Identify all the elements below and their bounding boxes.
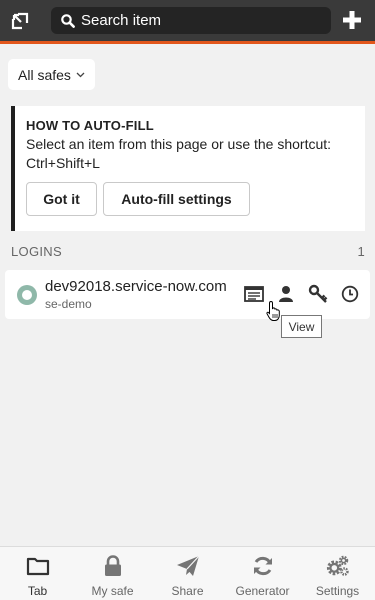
clock-icon: [341, 285, 359, 303]
chevron-down-icon: [76, 72, 85, 77]
bottom-nav: Tab My safe Share Generator Settings: [0, 546, 375, 600]
search-input[interactable]: Search item: [51, 7, 331, 34]
gears-icon: [326, 555, 349, 576]
share-label: Share: [171, 584, 204, 598]
search-placeholder: Search item: [81, 12, 162, 29]
key-icon: [308, 284, 328, 303]
popout-icon: [11, 12, 29, 29]
plus-icon: [343, 11, 361, 29]
top-bar: Search item: [0, 0, 375, 44]
search-icon: [61, 13, 75, 28]
site-avatar-icon: [17, 284, 37, 305]
view-button[interactable]: [244, 284, 264, 304]
tab-generator[interactable]: Generator: [225, 547, 300, 600]
safes-dropdown[interactable]: All safes: [8, 59, 95, 90]
card-body: Select an item from this page or use the…: [26, 136, 332, 171]
refresh-icon: [253, 556, 272, 576]
generator-label: Generator: [235, 584, 290, 598]
popout-button[interactable]: [0, 0, 40, 41]
tab-settings[interactable]: Settings: [300, 547, 375, 600]
logins-count: 1: [357, 244, 365, 259]
logins-section-label: LOGINS: [11, 244, 62, 259]
my-safe-label: My safe: [91, 584, 134, 598]
tab-tab[interactable]: Tab: [0, 547, 75, 600]
lock-icon: [104, 555, 121, 576]
hand-cursor-icon: [266, 300, 280, 321]
safes-dropdown-label: All safes: [18, 66, 71, 83]
card-title: HOW TO AUTO-FILL: [26, 118, 154, 133]
login-subtitle: se-demo: [45, 297, 92, 311]
history-button[interactable]: [340, 284, 360, 304]
folder-icon: [26, 557, 49, 576]
logins-section-header: LOGINS 1: [11, 244, 365, 259]
copy-password-button[interactable]: [308, 284, 328, 304]
view-tooltip: View: [281, 315, 322, 338]
list-item[interactable]: dev92018.service-now.com se-demo: [5, 270, 370, 319]
paper-plane-icon: [176, 555, 199, 576]
tab-share[interactable]: Share: [150, 547, 225, 600]
tab-label: Tab: [27, 584, 48, 598]
autofill-help-card: HOW TO AUTO-FILL Select an item from thi…: [11, 106, 365, 231]
settings-label: Settings: [315, 584, 360, 598]
card-view-icon: [244, 286, 264, 302]
got-it-button[interactable]: Got it: [26, 182, 97, 216]
add-item-button[interactable]: [341, 9, 363, 31]
tab-my-safe[interactable]: My safe: [75, 547, 150, 600]
login-title: dev92018.service-now.com: [45, 278, 227, 295]
autofill-settings-button[interactable]: Auto-fill settings: [103, 182, 250, 216]
